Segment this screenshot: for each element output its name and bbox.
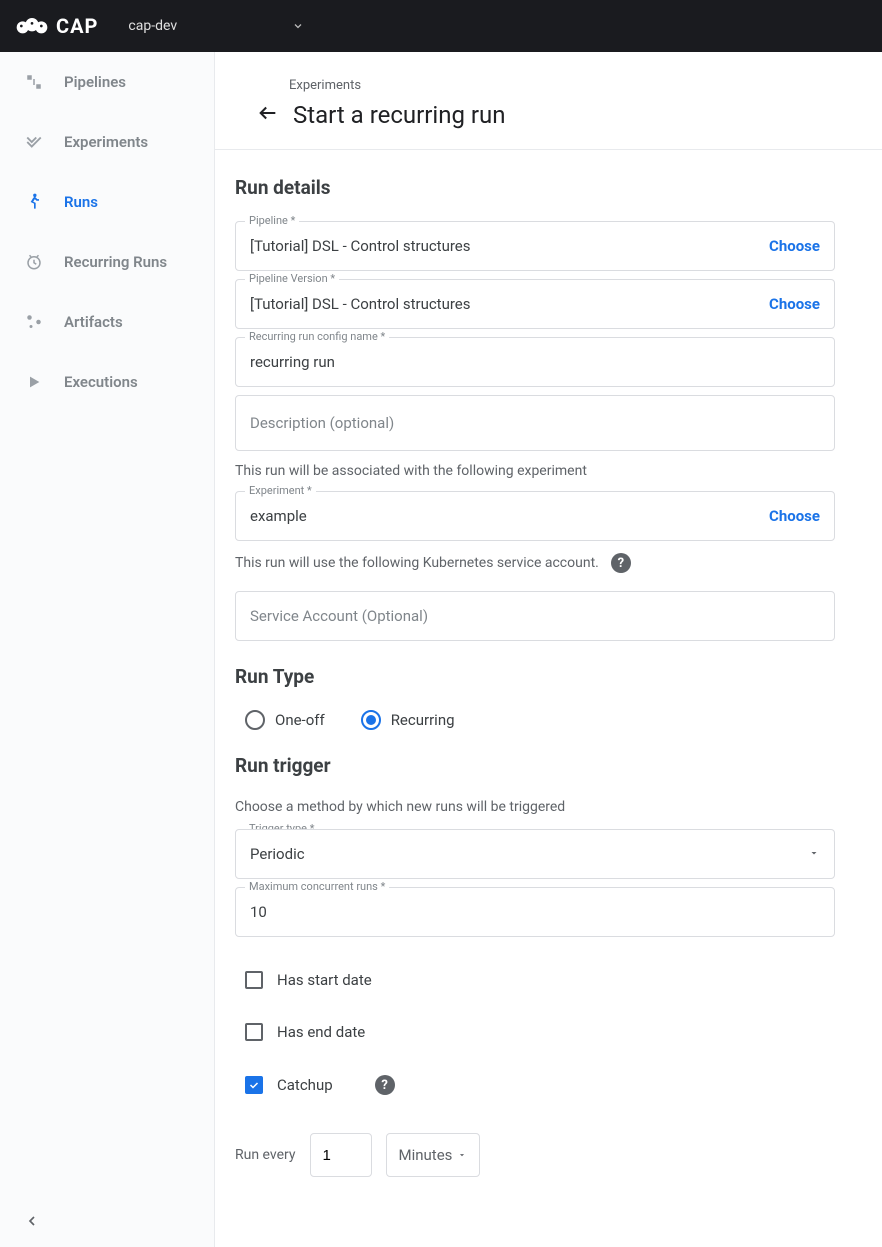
service-account-input[interactable]	[250, 607, 820, 625]
trigger-type-select[interactable]: Periodic	[235, 829, 835, 879]
sidebar-item-label: Runs	[64, 193, 98, 211]
section-run-type: Run Type	[235, 665, 825, 688]
sa-helper-label: This run will use the following Kubernet…	[235, 555, 599, 571]
radio-icon	[361, 710, 381, 730]
interval-value-input[interactable]	[310, 1133, 372, 1177]
sa-helper-text: This run will use the following Kubernet…	[235, 553, 825, 573]
pipeline-field[interactable]: Choose	[235, 221, 835, 271]
sidebar-item-runs[interactable]: Runs	[0, 172, 214, 232]
play-icon	[24, 372, 44, 392]
artifacts-icon	[24, 312, 44, 332]
pipelines-icon	[24, 72, 44, 92]
trigger-helper-text: Choose a method by which new runs will b…	[235, 799, 825, 815]
checkbox-label: Catchup	[277, 1076, 333, 1094]
pipeline-version-field[interactable]: Choose	[235, 279, 835, 329]
has-end-date-checkbox[interactable]	[245, 1023, 263, 1041]
choose-experiment-button[interactable]: Choose	[769, 507, 820, 525]
max-concurrent-input[interactable]	[250, 903, 820, 921]
sidebar-item-label: Artifacts	[64, 313, 123, 331]
field-label: Maximum concurrent runs *	[245, 880, 389, 893]
interval-unit-select[interactable]: Minutes	[386, 1133, 480, 1177]
field-label: Experiment *	[245, 484, 316, 497]
page-title: Start a recurring run	[293, 101, 506, 129]
experiment-field[interactable]: Choose	[235, 491, 835, 541]
sidebar-item-executions[interactable]: Executions	[0, 352, 214, 412]
interval-unit-value: Minutes	[399, 1146, 453, 1164]
sidebar-item-label: Experiments	[64, 133, 148, 151]
sidebar-collapse-button[interactable]	[24, 1213, 40, 1233]
sidebar-item-label: Pipelines	[64, 73, 126, 91]
trigger-type-value: Periodic	[250, 845, 305, 863]
runs-icon	[24, 192, 44, 212]
caret-down-icon	[808, 845, 820, 863]
has-start-date-checkbox[interactable]	[245, 971, 263, 989]
back-button[interactable]	[257, 102, 279, 128]
section-run-details: Run details	[235, 176, 825, 199]
description-input[interactable]	[250, 414, 820, 432]
experiment-helper-text: This run will be associated with the fol…	[235, 463, 825, 479]
pipeline-version-input[interactable]	[250, 295, 769, 313]
sidebar-item-experiments[interactable]: Experiments	[0, 112, 214, 172]
radio-label: One-off	[275, 711, 325, 729]
interval-label: Run every	[235, 1147, 296, 1163]
namespace-selector[interactable]: cap-dev	[128, 18, 304, 34]
sidebar-item-recurring-runs[interactable]: Recurring Runs	[0, 232, 214, 292]
sidebar-item-artifacts[interactable]: Artifacts	[0, 292, 214, 352]
experiments-icon	[24, 132, 44, 152]
checkbox-label: Has end date	[277, 1023, 365, 1041]
sidebar-item-pipelines[interactable]: Pipelines	[0, 52, 214, 112]
config-name-field[interactable]	[235, 337, 835, 387]
sidebar-item-label: Executions	[64, 373, 138, 391]
choose-pipeline-version-button[interactable]: Choose	[769, 295, 820, 313]
namespace-value: cap-dev	[128, 18, 177, 34]
sidebar-item-label: Recurring Runs	[64, 253, 167, 271]
radio-icon	[245, 710, 265, 730]
chevron-down-icon	[292, 20, 304, 32]
help-icon[interactable]: ?	[375, 1075, 395, 1095]
field-label: Pipeline *	[245, 214, 299, 227]
checkbox-label: Has start date	[277, 971, 372, 989]
service-account-field[interactable]	[235, 591, 835, 641]
topbar: CAP cap-dev	[0, 0, 882, 52]
config-name-input[interactable]	[250, 353, 820, 371]
clock-icon	[24, 252, 44, 272]
radio-recurring[interactable]: Recurring	[361, 710, 455, 730]
catchup-checkbox[interactable]	[245, 1076, 263, 1094]
breadcrumb[interactable]: Experiments	[247, 64, 850, 93]
brand-icon	[16, 16, 48, 36]
brand-text: CAP	[56, 14, 98, 38]
brand: CAP	[16, 14, 98, 38]
max-concurrent-field[interactable]	[235, 887, 835, 937]
sidebar: Pipelines Experiments Runs Recurring Run…	[0, 52, 215, 1247]
field-label: Recurring run config name *	[245, 330, 389, 343]
experiment-input[interactable]	[250, 507, 769, 525]
pipeline-input[interactable]	[250, 237, 769, 255]
radio-label: Recurring	[391, 711, 455, 729]
section-run-trigger: Run trigger	[235, 754, 825, 777]
field-label: Pipeline Version *	[245, 272, 339, 285]
runtype-radio-group: One-off Recurring	[245, 710, 825, 730]
choose-pipeline-button[interactable]: Choose	[769, 237, 820, 255]
main: Experiments Start a recurring run Run de…	[215, 52, 882, 1247]
caret-down-icon	[457, 1146, 467, 1164]
radio-oneoff[interactable]: One-off	[245, 710, 325, 730]
help-icon[interactable]: ?	[611, 553, 631, 573]
description-field[interactable]	[235, 395, 835, 451]
